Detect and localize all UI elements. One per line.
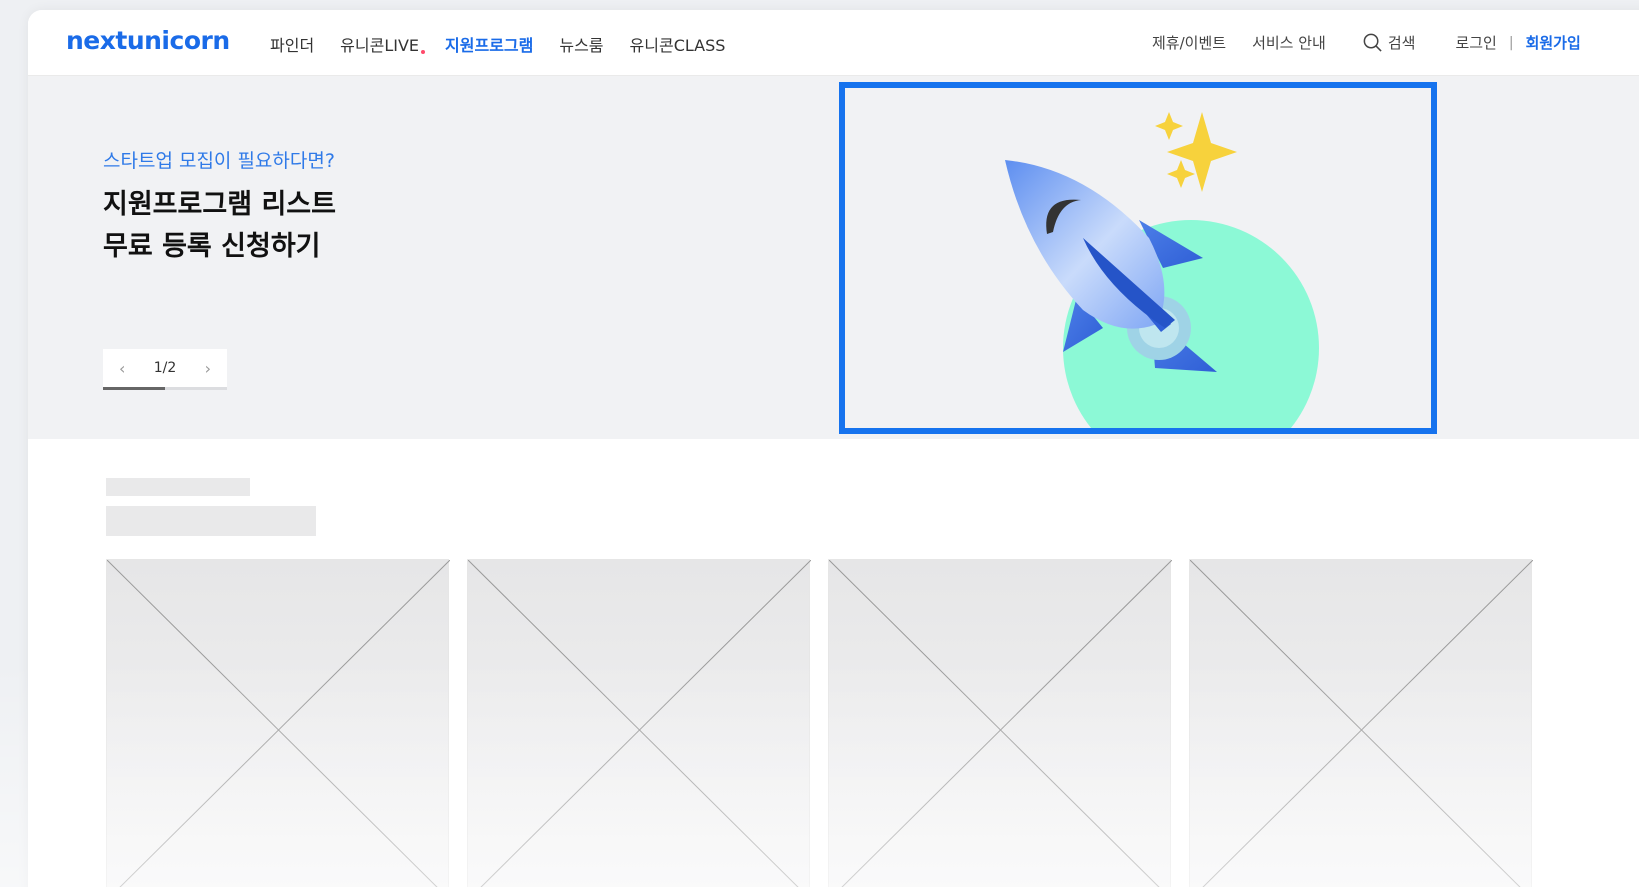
hero-subtitle: 스타트업 모집이 필요하다면? — [103, 150, 335, 172]
live-dot-icon — [421, 50, 426, 54]
signup-link[interactable]: 회원가입 — [1526, 32, 1581, 53]
search-label: 검색 — [1387, 34, 1416, 52]
hero-banner[interactable]: 스타트업 모집이 필요하다면? 지원프로그램 리스트 무료 등록 신청하기 ‹ … — [28, 76, 1639, 439]
pager-progress-fill — [103, 387, 165, 390]
section-heading-placeholder — [106, 478, 250, 496]
site-header: nextunicorn 파인더 유니콘LIVE 지원프로그램 뉴스룸 유니콘CL… — [28, 10, 1639, 76]
browser-page: nextunicorn 파인더 유니콘LIVE 지원프로그램 뉴스룸 유니콘CL… — [28, 10, 1639, 887]
nav-partner-event[interactable]: 제휴/이벤트 — [1152, 32, 1226, 53]
image-placeholder-icon — [1190, 560, 1533, 887]
nav-support-program[interactable]: 지원프로그램 — [445, 32, 533, 56]
hero-title: 지원프로그램 리스트 무료 등록 신청하기 — [103, 189, 336, 262]
section-subheading-placeholder — [106, 506, 316, 536]
image-placeholder-icon — [829, 560, 1172, 887]
search-button[interactable]: 검색 — [1362, 32, 1416, 53]
program-card[interactable] — [467, 559, 811, 887]
program-card-list — [106, 559, 1533, 887]
main-nav: 파인더 유니콘LIVE 지원프로그램 뉴스룸 유니콘CLASS — [270, 32, 751, 56]
nav-unicorn-live-label: 유니콘LIVE — [340, 36, 420, 55]
divider: | — [1508, 34, 1514, 51]
nav-unicorn-live[interactable]: 유니콘LIVE — [340, 32, 426, 56]
program-card[interactable] — [828, 559, 1172, 887]
banner-pager: ‹ 1/2 › — [103, 349, 227, 387]
nav-service-guide[interactable]: 서비스 안내 — [1252, 32, 1326, 53]
pager-count: 1/2 — [153, 360, 177, 376]
pager-progress-bar — [103, 387, 227, 390]
search-icon — [1363, 33, 1382, 52]
rocket-icon — [1005, 112, 1319, 428]
nav-finder[interactable]: 파인더 — [270, 32, 314, 56]
pager-prev-button[interactable]: ‹ — [119, 359, 125, 378]
image-placeholder-icon — [107, 560, 450, 887]
image-placeholder-icon — [468, 560, 811, 887]
login-link[interactable]: 로그인 — [1455, 32, 1496, 53]
utility-nav: 제휴/이벤트 서비스 안내 검색 로그인 | 회원가입 — [1152, 32, 1639, 53]
nav-unicorn-class[interactable]: 유니콘CLASS — [630, 32, 726, 56]
program-card[interactable] — [1189, 559, 1533, 887]
pager-next-button[interactable]: › — [205, 359, 211, 378]
rocket-illustration — [839, 82, 1437, 434]
nextunicorn-logo[interactable]: nextunicorn — [66, 26, 230, 55]
program-card[interactable] — [106, 559, 450, 887]
nav-newsroom[interactable]: 뉴스룸 — [559, 32, 603, 56]
